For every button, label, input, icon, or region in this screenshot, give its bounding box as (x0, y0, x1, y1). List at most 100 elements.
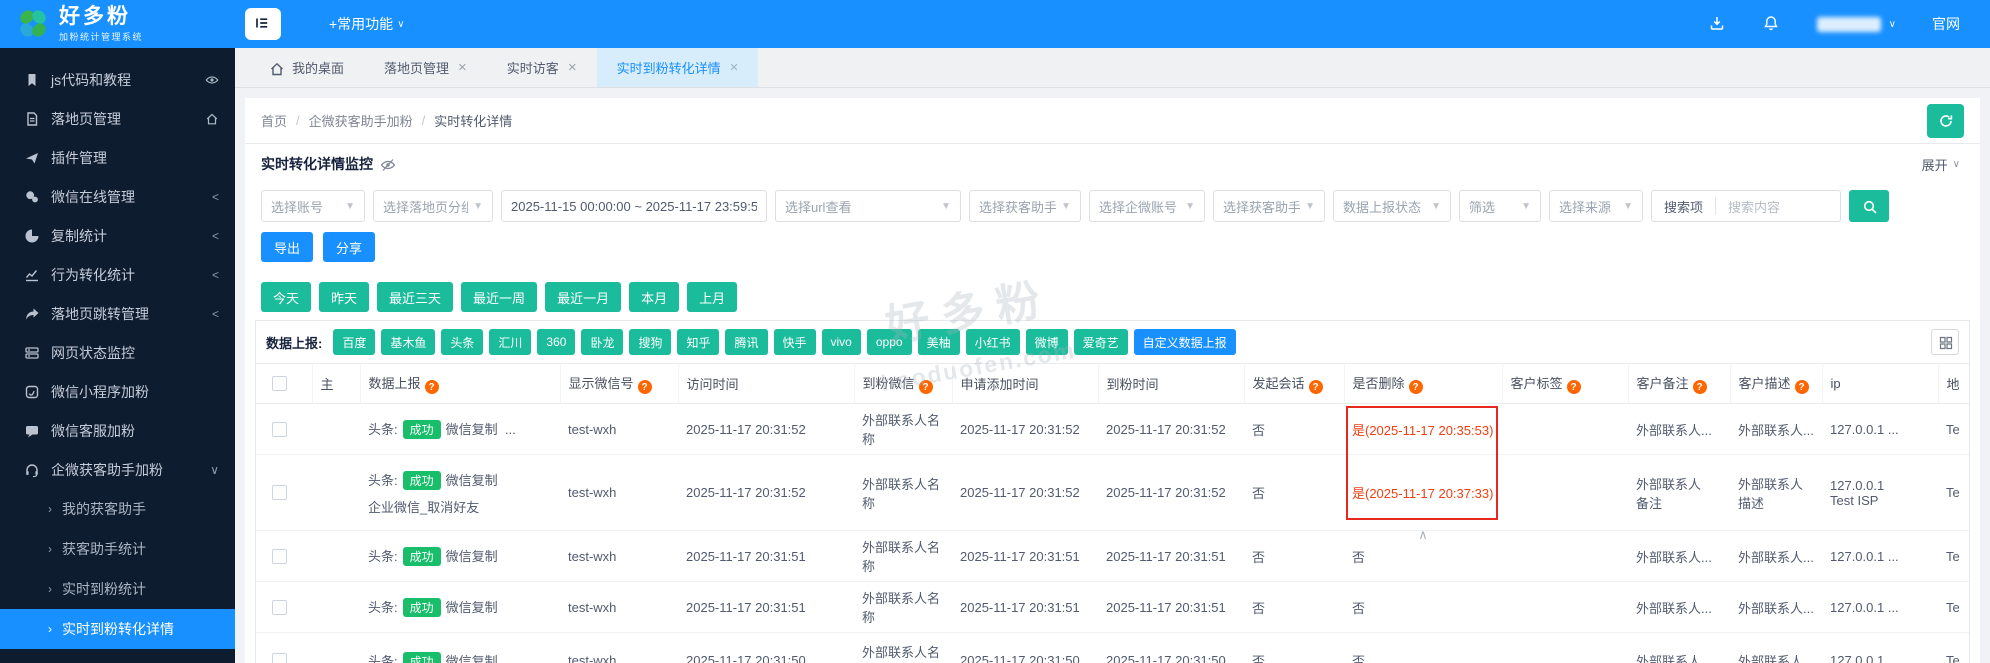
filter-select-8[interactable]: 数据上报状态▼ (1333, 190, 1451, 222)
close-icon[interactable]: × (458, 60, 467, 75)
help-icon[interactable]: ? (1309, 380, 1323, 394)
filter-select-10[interactable]: 选择来源▼ (1549, 190, 1643, 222)
quick-date-1[interactable]: 今天 (261, 282, 311, 312)
row-checkbox[interactable] (272, 653, 287, 663)
status-badge: 成功 (403, 420, 441, 439)
help-icon[interactable]: ? (1409, 380, 1423, 394)
filter-select-9[interactable]: 筛选▼ (1459, 190, 1541, 222)
home-icon[interactable] (205, 112, 219, 126)
row-checkbox[interactable] (272, 549, 287, 564)
help-icon[interactable]: ? (425, 380, 439, 394)
cell-region: Te (1938, 531, 1969, 582)
tab-3[interactable]: 实时访客× (487, 48, 597, 87)
report-tag-7[interactable]: 搜狗 (629, 329, 671, 355)
notification-bell-icon[interactable] (1763, 15, 1781, 33)
sidebar-item-6[interactable]: 行为转化统计< (0, 255, 235, 294)
row-checkbox[interactable] (272, 600, 287, 615)
sidebar-item-2[interactable]: 落地页管理 (0, 99, 235, 138)
chevron-right-icon: › (48, 622, 52, 636)
report-tag-12[interactable]: oppo (867, 329, 912, 355)
quick-date-4[interactable]: 最近一周 (461, 282, 537, 312)
report-tag-5[interactable]: 360 (537, 329, 575, 355)
report-tag-6[interactable]: 卧龙 (581, 329, 623, 355)
eye-off-icon[interactable] (380, 157, 395, 172)
report-tag-15[interactable]: 微博 (1026, 329, 1068, 355)
help-icon[interactable]: ? (919, 380, 933, 394)
select-all-checkbox[interactable] (272, 376, 287, 391)
report-tag-11[interactable]: vivo (822, 329, 861, 355)
user-account-menu[interactable]: ∨ (1817, 17, 1896, 32)
close-icon[interactable]: × (568, 60, 577, 75)
sidebar-item-4[interactable]: 微信在线管理< (0, 177, 235, 216)
filter-select-5[interactable]: 选择获客助手分组▼ (969, 190, 1081, 222)
export-button[interactable]: 导出 (261, 232, 313, 262)
search-key-select[interactable]: 搜索项 (1652, 197, 1715, 216)
report-tag-10[interactable]: 快手 (774, 329, 816, 355)
help-icon[interactable]: ? (1693, 380, 1707, 394)
quick-date-3[interactable]: 最近三天 (377, 282, 453, 312)
filter-select-1[interactable]: 选择账号▼ (261, 190, 365, 222)
row-checkbox[interactable] (272, 422, 287, 437)
report-tag-2[interactable]: 基木鱼 (381, 329, 435, 355)
sidebar-item-9[interactable]: 微信小程序加粉 (0, 372, 235, 411)
quick-date-6[interactable]: 本月 (629, 282, 679, 312)
filter-select-6[interactable]: 选择企微账号▼ (1089, 190, 1205, 222)
report-tag-13[interactable]: 美柚 (918, 329, 960, 355)
cell-deleted: 否 (1344, 633, 1502, 663)
sidebar-item-8[interactable]: 网页状态监控 (0, 333, 235, 372)
search-button[interactable] (1849, 190, 1889, 222)
tab-1[interactable]: 我的桌面 (249, 48, 364, 87)
sidebar-subitem-2[interactable]: ›获客助手统计 (0, 529, 235, 569)
help-icon[interactable]: ? (638, 380, 652, 394)
custom-report-tag[interactable]: 自定义数据上报 (1134, 329, 1236, 355)
help-icon[interactable]: ? (1795, 380, 1809, 394)
report-tag-8[interactable]: 知乎 (677, 329, 719, 355)
sidebar-item-label: 插件管理 (51, 148, 219, 168)
eye-icon[interactable] (205, 73, 219, 87)
collapse-caret[interactable]: ∧ (1402, 527, 1444, 543)
refresh-button[interactable] (1927, 104, 1964, 138)
official-site-link[interactable]: 官网 (1932, 14, 1960, 34)
report-tag-9[interactable]: 腾讯 (725, 329, 767, 355)
share-button[interactable]: 分享 (323, 232, 375, 262)
help-icon[interactable]: ? (1567, 380, 1581, 394)
search-input[interactable]: 搜索内容 (1716, 197, 1792, 216)
filter-placeholder: 选择获客助手分组 (979, 197, 1056, 216)
search-box[interactable]: 搜索项搜索内容 (1651, 190, 1841, 222)
sidebar-item-10[interactable]: 微信客服加粉 (0, 411, 235, 450)
column-settings-button[interactable] (1931, 329, 1959, 355)
sidebar-item-7[interactable]: 落地页跳转管理< (0, 294, 235, 333)
filter-select-2[interactable]: 选择落地页分组▼ (373, 190, 493, 222)
tab-4[interactable]: 实时到粉转化详情× (597, 48, 759, 87)
download-icon[interactable] (1709, 15, 1727, 33)
quick-functions-menu[interactable]: +常用功能∨ (329, 14, 405, 34)
quick-date-7[interactable]: 上月 (687, 282, 737, 312)
sidebar-item-5[interactable]: 复制统计< (0, 216, 235, 255)
sidebar-item-1[interactable]: js代码和教程 (0, 60, 235, 99)
date-range-input[interactable]: 2025-11-15 00:00:00 ~ 2025-11-17 23:59:5… (501, 190, 767, 222)
report-tag-4[interactable]: 汇川 (489, 329, 531, 355)
sidebar-item-11[interactable]: 企微获客助手加粉∨ (0, 450, 235, 489)
breadcrumb-item-1[interactable]: 首页 (261, 111, 287, 130)
quick-date-2[interactable]: 昨天 (319, 282, 369, 312)
expand-toggle[interactable]: 展开∨ (1922, 155, 1964, 174)
sidebar-subitem-4[interactable]: ›实时到粉转化详情 (0, 609, 235, 649)
filter-select-4[interactable]: 选择url查看▼ (775, 190, 961, 222)
tab-2[interactable]: 落地页管理× (364, 48, 487, 87)
sidebar-subitem-1[interactable]: ›我的获客助手 (0, 489, 235, 529)
collapse-menu-button[interactable] (245, 8, 281, 40)
sidebar-subitem-3[interactable]: ›实时到粉统计 (0, 569, 235, 609)
chart-icon (24, 267, 40, 283)
close-icon[interactable]: × (730, 60, 739, 75)
quick-date-5[interactable]: 最近一月 (545, 282, 621, 312)
report-tag-1[interactable]: 百度 (333, 329, 375, 355)
sidebar-item-3[interactable]: 插件管理 (0, 138, 235, 177)
cell-remark: 外部联系人... (1628, 404, 1730, 455)
row-checkbox[interactable] (272, 485, 287, 500)
breadcrumb-item-2[interactable]: 企微获客助手加粉 (309, 111, 413, 130)
report-tag-3[interactable]: 头条 (441, 329, 483, 355)
report-tag-14[interactable]: 小红书 (966, 329, 1020, 355)
col-header-label: 主 (321, 377, 334, 392)
report-tag-16[interactable]: 爱奇艺 (1074, 329, 1128, 355)
filter-select-7[interactable]: 选择获客助手▼ (1213, 190, 1325, 222)
